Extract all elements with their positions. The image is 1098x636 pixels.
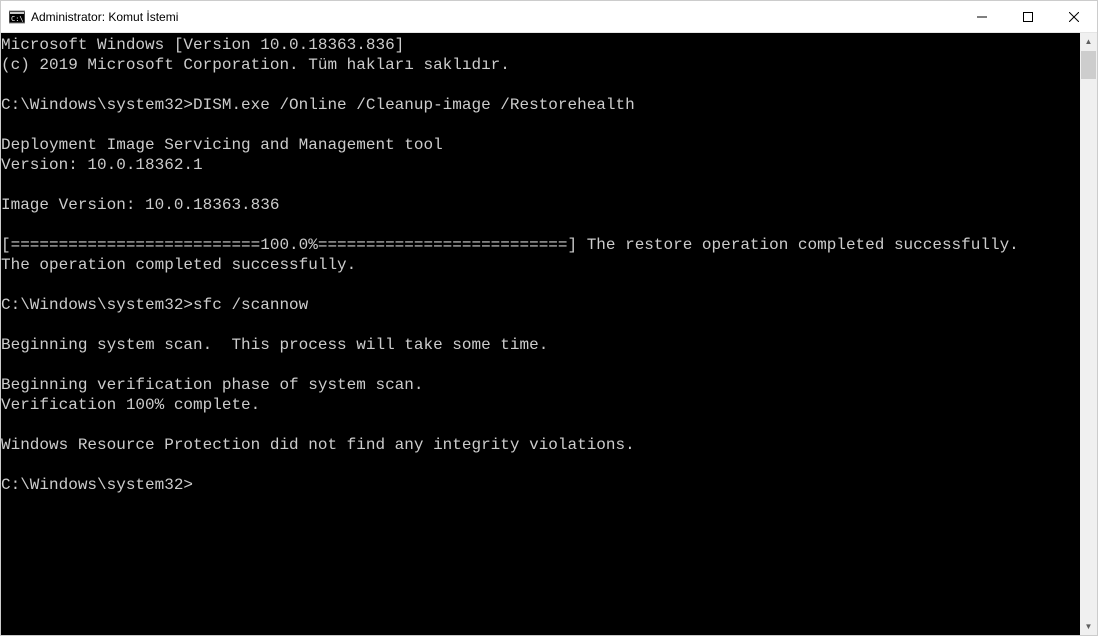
console-line: (c) 2019 Microsoft Corporation. Tüm hakl… [1,55,1080,75]
client-area: Microsoft Windows [Version 10.0.18363.83… [1,33,1097,635]
console-line [1,315,1080,335]
console-line: C:\Windows\system32>DISM.exe /Online /Cl… [1,95,1080,115]
console-line: Version: 10.0.18362.1 [1,155,1080,175]
console-line: C:\Windows\system32>sfc /scannow [1,295,1080,315]
console-line [1,415,1080,435]
console-line: Beginning verification phase of system s… [1,375,1080,395]
vertical-scrollbar[interactable]: ▲ ▼ [1080,33,1097,635]
scroll-up-arrow[interactable]: ▲ [1080,33,1097,50]
console-line: Image Version: 10.0.18363.836 [1,195,1080,215]
minimize-button[interactable] [959,1,1005,32]
console-line: The operation completed successfully. [1,255,1080,275]
svg-text:C:\: C:\ [11,15,24,23]
console-line: [==========================100.0%=======… [1,235,1080,255]
console-line: C:\Windows\system32> [1,475,1080,495]
console-line: Deployment Image Servicing and Managemen… [1,135,1080,155]
console-line: Beginning system scan. This process will… [1,335,1080,355]
console-line [1,75,1080,95]
console-line [1,455,1080,475]
command-prompt-window: C:\ Administrator: Komut İstemi Microsof… [0,0,1098,636]
console-line [1,215,1080,235]
titlebar[interactable]: C:\ Administrator: Komut İstemi [1,1,1097,33]
app-icon: C:\ [9,9,25,25]
scroll-down-arrow[interactable]: ▼ [1080,618,1097,635]
console-line [1,115,1080,135]
close-button[interactable] [1051,1,1097,32]
console-line: Verification 100% complete. [1,395,1080,415]
console-output[interactable]: Microsoft Windows [Version 10.0.18363.83… [1,33,1080,635]
maximize-button[interactable] [1005,1,1051,32]
window-title: Administrator: Komut İstemi [31,10,959,24]
console-line [1,275,1080,295]
scrollbar-thumb[interactable] [1081,51,1096,79]
console-line: Windows Resource Protection did not find… [1,435,1080,455]
console-line: Microsoft Windows [Version 10.0.18363.83… [1,35,1080,55]
console-line [1,355,1080,375]
window-controls [959,1,1097,32]
console-line [1,175,1080,195]
